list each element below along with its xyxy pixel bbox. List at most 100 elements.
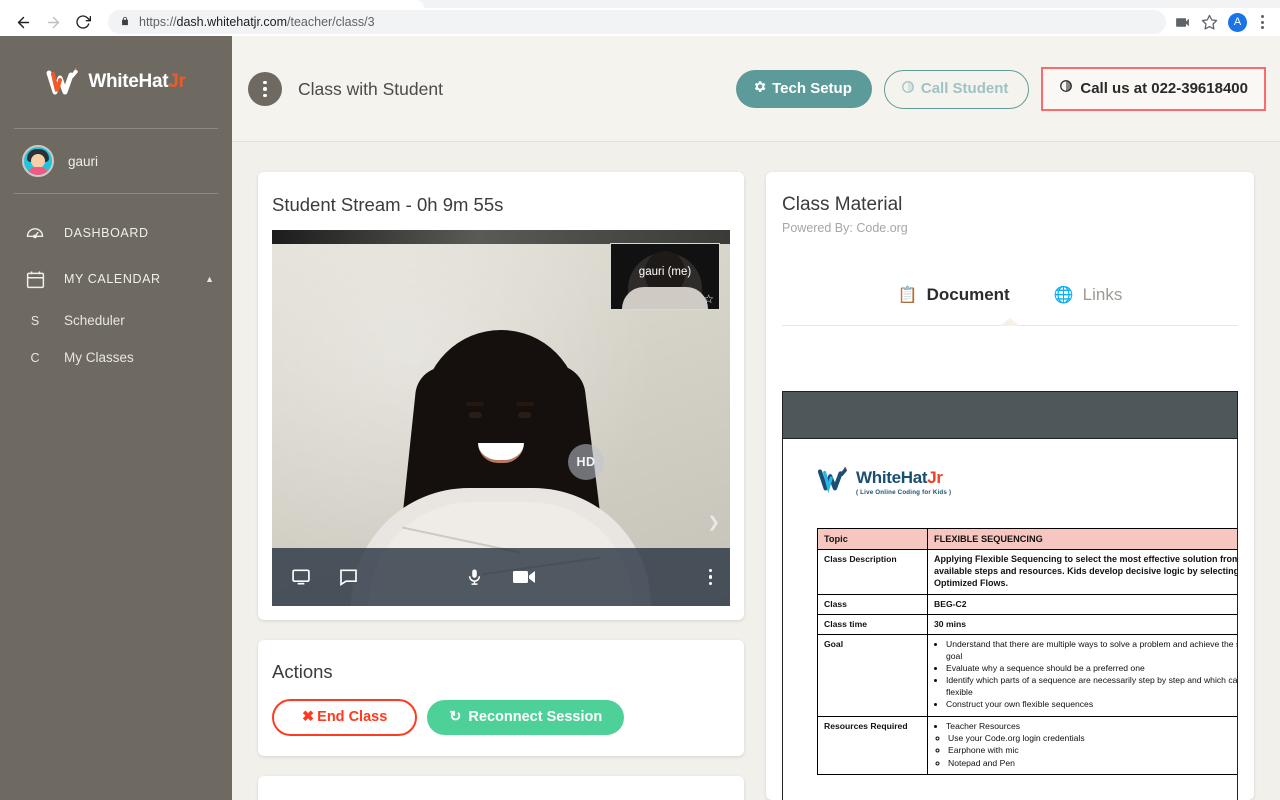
camera-icon[interactable] bbox=[512, 568, 537, 586]
sidebar-logo-text: WhiteHatJr bbox=[88, 71, 186, 92]
list-item: Use your Code.org login credentials bbox=[948, 733, 1237, 744]
sidebar-profile[interactable]: gauri bbox=[0, 129, 232, 193]
hd-badge: HD bbox=[568, 444, 604, 480]
screen-share-icon[interactable] bbox=[290, 567, 312, 587]
list-item: Construct your own flexible sequences bbox=[946, 699, 1237, 710]
browser-chrome: https://dash.whitehatjr.com/teacher/clas… bbox=[0, 0, 1280, 36]
calendar-icon bbox=[22, 269, 48, 290]
browser-toolbar: https://dash.whitehatjr.com/teacher/clas… bbox=[0, 8, 1280, 36]
student-stream-title: Student Stream - 0h 9m 55s bbox=[272, 194, 504, 215]
three-dot-menu-icon[interactable] bbox=[248, 72, 282, 106]
row-key: Goal bbox=[817, 634, 928, 717]
video-frame[interactable]: HD gauri (me) ☆ ❯ bbox=[272, 230, 730, 606]
microphone-icon[interactable] bbox=[466, 566, 484, 588]
video-camera-icon[interactable] bbox=[1174, 14, 1191, 31]
row-value: Understand that there are multiple ways … bbox=[927, 634, 1237, 717]
url-scheme: https:// bbox=[139, 15, 177, 29]
list-item: Identify which parts of a sequence are n… bbox=[946, 675, 1237, 698]
chevron-right-icon[interactable]: ❯ bbox=[707, 513, 720, 531]
avatar bbox=[22, 145, 54, 177]
tab-document-label: Document bbox=[926, 285, 1010, 304]
call-us-label: Call us at 022-39618400 bbox=[1080, 80, 1248, 97]
header-left: Class with Student bbox=[248, 72, 443, 106]
row-value: FLEXIBLE SEQUENCING bbox=[927, 527, 1237, 551]
phone-icon bbox=[901, 80, 915, 98]
sidebar-item-my-classes[interactable]: C My Classes bbox=[0, 339, 232, 376]
whitehatjr-logo-icon bbox=[817, 465, 851, 498]
url-path: /teacher/class/3 bbox=[287, 15, 375, 29]
table-row: Class BEG-C2 bbox=[817, 593, 1237, 616]
app-root: WhiteHatJr gauri DASHBOARD MY CALENDAR ▲… bbox=[0, 36, 1280, 800]
actions-card: Actions ✖ End Class ↻ Reconnect Session bbox=[258, 640, 744, 756]
row-key: Topic bbox=[817, 527, 928, 551]
end-class-label: End Class bbox=[317, 709, 388, 725]
forward-arrow-icon[interactable] bbox=[40, 9, 66, 35]
refresh-icon: ↻ bbox=[449, 709, 462, 725]
tabs-divider bbox=[782, 318, 1238, 326]
chevron-up-icon[interactable]: ▲ bbox=[205, 274, 214, 284]
class-details-table: Topic FLEXIBLE SEQUENCING Class Descript… bbox=[817, 527, 1237, 775]
back-arrow-icon[interactable] bbox=[10, 9, 36, 35]
tab-links[interactable]: 🌐 Links bbox=[1054, 285, 1123, 309]
tech-setup-button[interactable]: Tech Setup bbox=[736, 70, 872, 108]
reconnect-session-label: Reconnect Session bbox=[468, 709, 603, 725]
star-outline-icon[interactable] bbox=[1201, 14, 1218, 31]
clipboard-icon: 📋 bbox=[897, 287, 918, 304]
row-value: Teacher Resources Use your Code.org logi… bbox=[927, 715, 1237, 775]
sidebar: WhiteHatJr gauri DASHBOARD MY CALENDAR ▲… bbox=[0, 36, 232, 800]
sidebar-item-my-calendar[interactable]: MY CALENDAR ▲ bbox=[0, 256, 232, 302]
list-item: Evaluate why a sequence should be a pref… bbox=[946, 663, 1237, 674]
row-value: BEG-C2 bbox=[927, 593, 1237, 616]
student-stream-card: Student Stream - 0h 9m 55s HD gauri (me)… bbox=[258, 172, 744, 620]
call-student-label: Call Student bbox=[920, 80, 1009, 97]
self-view-pip[interactable]: gauri (me) ☆ bbox=[610, 243, 720, 310]
whitehatjr-logo-icon bbox=[46, 67, 82, 97]
chat-icon[interactable] bbox=[338, 567, 359, 587]
active-browser-tab[interactable] bbox=[0, 0, 424, 8]
video-controls-bar bbox=[272, 548, 730, 606]
page-header: Class with Student Tech Setup Call Stude… bbox=[232, 36, 1280, 142]
phone-icon bbox=[1059, 79, 1073, 98]
row-value: 30 mins bbox=[927, 614, 1237, 636]
row-key: Class time bbox=[817, 614, 928, 636]
sidebar-item-label: MY CALENDAR bbox=[64, 272, 161, 286]
three-dot-menu-icon[interactable] bbox=[1257, 15, 1268, 29]
tab-links-label: Links bbox=[1082, 285, 1123, 304]
end-class-button[interactable]: ✖ End Class bbox=[272, 699, 418, 736]
document-logo: WhiteHatJr ( Live Online Coding for Kids… bbox=[817, 465, 1237, 498]
table-row-resources: Resources Required Teacher Resources Use… bbox=[817, 715, 1237, 775]
browser-profile-avatar[interactable]: A bbox=[1228, 12, 1247, 32]
table-row-goal: Goal Understand that there are multiple … bbox=[817, 634, 1237, 717]
video-top-bar bbox=[272, 230, 730, 244]
sidebar-logo[interactable]: WhiteHatJr bbox=[0, 36, 232, 128]
row-key: Class bbox=[817, 593, 928, 616]
star-outline-icon[interactable]: ☆ bbox=[703, 292, 714, 306]
reconnect-session-button[interactable]: ↻ Reconnect Session bbox=[427, 700, 625, 735]
call-us-box[interactable]: Call us at 022-39618400 bbox=[1041, 67, 1266, 111]
class-material-card: Class Material Powered By: Code.org 📋 Do… bbox=[766, 172, 1254, 800]
right-column: Class Material Powered By: Code.org 📋 Do… bbox=[766, 172, 1254, 800]
sidebar-sub-letter: C bbox=[30, 350, 40, 365]
address-bar[interactable]: https://dash.whitehatjr.com/teacher/clas… bbox=[108, 10, 1166, 34]
close-x-icon: ✖ bbox=[302, 709, 315, 725]
table-row: Class time 30 mins bbox=[817, 614, 1237, 636]
list-item: Earphone with mic bbox=[948, 745, 1237, 756]
more-options-icon[interactable] bbox=[708, 568, 712, 586]
browser-toolbar-icons: A bbox=[1174, 12, 1270, 32]
document-logo-tagline: ( Live Online Coding for Kids ) bbox=[856, 488, 952, 496]
reload-icon[interactable] bbox=[70, 9, 96, 35]
sidebar-item-scheduler[interactable]: S Scheduler bbox=[0, 302, 232, 339]
list-item: Notepad and Pen bbox=[948, 758, 1237, 769]
main-content: Student Stream - 0h 9m 55s HD gauri (me)… bbox=[232, 142, 1280, 800]
table-row: Class Description Applying Flexible Sequ… bbox=[817, 549, 1237, 595]
sidebar-item-label: DASHBOARD bbox=[64, 226, 149, 240]
document-toolbar[interactable] bbox=[782, 391, 1238, 439]
pip-label: gauri (me) bbox=[638, 266, 692, 278]
sidebar-sub-label: Scheduler bbox=[64, 313, 125, 328]
class-material-subtitle: Powered By: Code.org bbox=[782, 221, 908, 235]
document-page: WhiteHatJr ( Live Online Coding for Kids… bbox=[782, 439, 1238, 800]
sidebar-item-dashboard[interactable]: DASHBOARD bbox=[0, 210, 232, 256]
call-student-button[interactable]: Call Student bbox=[883, 69, 1030, 109]
document-viewer[interactable]: WhiteHatJr ( Live Online Coding for Kids… bbox=[766, 391, 1254, 800]
tab-document[interactable]: 📋 Document bbox=[898, 285, 1010, 309]
